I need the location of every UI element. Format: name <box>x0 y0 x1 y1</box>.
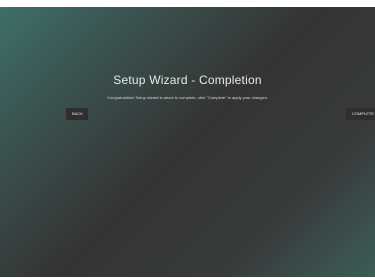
page-title: Setup Wizard - Completion <box>113 73 262 87</box>
wizard-screen: Setup Wizard - Completion Congratulation… <box>0 7 375 277</box>
completion-message: Congratulation! Setup wizard is about to… <box>107 95 268 100</box>
back-button[interactable]: BACK <box>66 108 88 120</box>
complete-button[interactable]: COMPLETE <box>346 108 375 120</box>
